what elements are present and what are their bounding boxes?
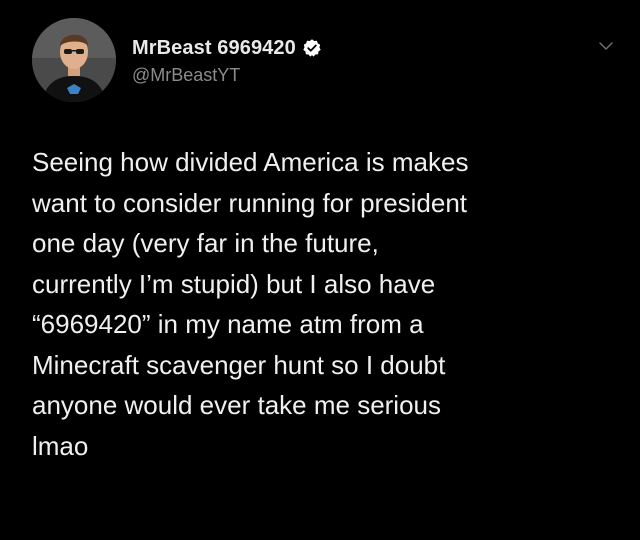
tweet-text-line: currently I’m stupid) but I also have xyxy=(32,268,436,299)
tweet-text-line: one day (very far in the future, xyxy=(32,228,379,258)
tweet-text-line: anyone would ever take me serious xyxy=(32,390,442,420)
tweet-header: MrBeast 6969420 @MrBeastYT xyxy=(32,18,622,108)
tweet-text-line: “6969420” in my name atm from a xyxy=(32,309,424,339)
chevron-down-icon[interactable] xyxy=(598,38,614,54)
tweet-text-line: Minecraft scavenger hunt so I doubt xyxy=(32,349,446,380)
tweet-text-line: want to consider running for president xyxy=(32,187,468,218)
verified-badge-icon xyxy=(302,38,322,58)
tweet-text: Seeing how divided America is makes want… xyxy=(32,142,622,466)
tweet-card: MrBeast 6969420 @MrBeastYT Seeing how di… xyxy=(0,0,640,540)
author-names: MrBeast 6969420 @MrBeastYT xyxy=(132,35,322,86)
display-name[interactable]: MrBeast 6969420 xyxy=(132,37,296,60)
author-handle[interactable]: @MrBeastYT xyxy=(132,65,322,86)
tweet-text-line: lmao xyxy=(32,430,89,461)
avatar[interactable] xyxy=(32,18,116,102)
tweet-text-line: Seeing how divided America is makes xyxy=(32,147,469,177)
display-name-row: MrBeast 6969420 xyxy=(132,35,322,61)
